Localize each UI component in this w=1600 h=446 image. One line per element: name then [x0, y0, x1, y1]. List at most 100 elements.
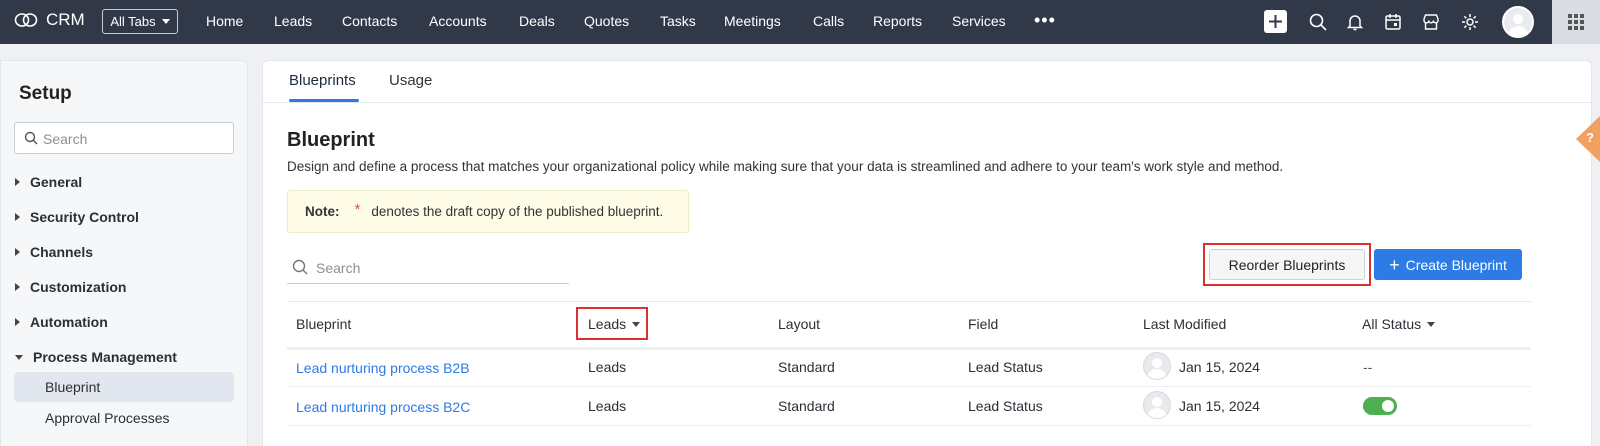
- caret-right-icon: [15, 248, 20, 256]
- plus-icon: +: [1389, 254, 1400, 275]
- top-nav-bar: CRM All Tabs Home Leads Contacts Account…: [0, 0, 1600, 44]
- leads-highlight-box: [576, 307, 648, 340]
- sidebar-group-customization[interactable]: Customization: [15, 279, 126, 295]
- nav-calls[interactable]: Calls: [813, 13, 844, 29]
- sidebar-group-label: Customization: [30, 279, 127, 295]
- sidebar-item-blueprint[interactable]: Blueprint: [14, 372, 234, 402]
- all-tabs-dropdown[interactable]: All Tabs: [102, 9, 178, 34]
- modifier-avatar: [1143, 352, 1171, 380]
- caret-right-icon: [15, 318, 20, 326]
- sidebar-item-approval-processes[interactable]: Approval Processes: [14, 403, 234, 433]
- nav-tasks[interactable]: Tasks: [660, 13, 696, 29]
- column-header-blueprint: Blueprint: [296, 316, 352, 332]
- row-divider: [287, 425, 1531, 426]
- sidebar-group-label: Process Management: [33, 349, 177, 365]
- main-panel: Blueprints Usage Blueprint Design and de…: [262, 60, 1592, 446]
- nav-contacts[interactable]: Contacts: [342, 13, 397, 29]
- status-filter-label: All Status: [1362, 316, 1422, 332]
- note-label: Note:: [305, 204, 340, 219]
- sidebar-group-label: Automation: [30, 314, 108, 330]
- create-new-button[interactable]: [1264, 10, 1287, 33]
- sidebar-search[interactable]: [14, 122, 234, 154]
- nav-reports[interactable]: Reports: [873, 13, 922, 29]
- column-header-last-modified: Last Modified: [1143, 316, 1227, 332]
- table-header-divider: [287, 347, 1531, 350]
- row-last-modified: Jan 15, 2024: [1179, 359, 1260, 375]
- sidebar-group-label: General: [30, 174, 83, 190]
- blueprint-link[interactable]: Lead nurturing process B2C: [296, 399, 470, 415]
- caret-down-icon: [1427, 321, 1436, 327]
- table-top-divider: [287, 301, 1531, 302]
- caret-right-icon: [15, 213, 20, 221]
- row-module: Leads: [588, 398, 627, 414]
- page-description: Design and define a process that matches…: [287, 159, 1284, 174]
- status-filter-dropdown[interactable]: All Status: [1362, 316, 1436, 332]
- gear-icon[interactable]: [1460, 12, 1480, 32]
- sidebar-group-label: Security Control: [30, 209, 139, 225]
- row-module: Leads: [588, 359, 627, 375]
- store-icon[interactable]: [1421, 12, 1441, 32]
- sidebar-group-general[interactable]: General: [15, 174, 82, 190]
- nav-services[interactable]: Services: [952, 13, 1006, 29]
- sidebar-title: Setup: [19, 83, 72, 104]
- user-avatar[interactable]: [1502, 6, 1534, 38]
- caret-down-icon: [15, 354, 23, 360]
- setup-sidebar: Setup General Security Control Channels …: [0, 60, 248, 446]
- nav-quotes[interactable]: Quotes: [584, 13, 629, 29]
- sidebar-group-label: Channels: [30, 244, 94, 260]
- blueprint-link[interactable]: Lead nurturing process B2B: [296, 360, 470, 376]
- page-title: Blueprint: [287, 129, 375, 151]
- tab-usage[interactable]: Usage: [389, 72, 432, 89]
- more-icon[interactable]: •••: [1034, 11, 1056, 29]
- blueprint-search-input[interactable]: [316, 258, 556, 278]
- draft-star-icon: *: [354, 201, 361, 218]
- tab-blueprints[interactable]: Blueprints: [289, 72, 356, 89]
- nav-leads[interactable]: Leads: [274, 13, 312, 29]
- sidebar-group-security-control[interactable]: Security Control: [15, 209, 139, 225]
- chevron-down-icon: [161, 19, 170, 24]
- create-blueprint-label: Create Blueprint: [1405, 256, 1507, 273]
- crm-logo[interactable]: CRM: [14, 10, 85, 30]
- apps-grid-button[interactable]: [1552, 0, 1600, 44]
- sidebar-search-input[interactable]: [43, 129, 228, 149]
- nav-accounts[interactable]: Accounts: [429, 13, 487, 29]
- note-text: denotes the draft copy of the published …: [371, 204, 664, 219]
- sidebar-group-channels[interactable]: Channels: [15, 244, 93, 260]
- search-icon: [292, 259, 308, 275]
- status-toggle[interactable]: [1363, 397, 1397, 415]
- app-name: CRM: [46, 10, 85, 29]
- nav-meetings[interactable]: Meetings: [724, 13, 781, 29]
- caret-right-icon: [15, 178, 20, 186]
- row-divider: [287, 386, 1531, 387]
- bell-icon[interactable]: [1345, 12, 1365, 32]
- sidebar-group-automation[interactable]: Automation: [15, 314, 108, 330]
- row-field: Lead Status: [968, 359, 1043, 375]
- row-layout: Standard: [778, 398, 835, 414]
- blueprint-search[interactable]: [287, 254, 569, 284]
- create-blueprint-button[interactable]: + Create Blueprint: [1374, 249, 1522, 280]
- help-label: ?: [1586, 130, 1594, 145]
- crm-logo-icon: [14, 13, 38, 27]
- sidebar-group-process-management[interactable]: Process Management: [15, 349, 177, 365]
- row-layout: Standard: [778, 359, 835, 375]
- active-tab-indicator: [289, 99, 359, 102]
- reorder-blueprints-button[interactable]: Reorder Blueprints: [1209, 249, 1365, 280]
- all-tabs-label: All Tabs: [110, 14, 156, 29]
- row-field: Lead Status: [968, 398, 1043, 414]
- help-tab[interactable]: ?: [1564, 116, 1600, 162]
- tab-bar: Blueprints Usage: [263, 61, 1591, 103]
- search-icon[interactable]: [1308, 12, 1328, 32]
- calendar-icon[interactable]: [1383, 12, 1403, 32]
- row-status: --: [1363, 359, 1373, 375]
- plus-icon: [1269, 15, 1282, 28]
- nav-deals[interactable]: Deals: [519, 13, 555, 29]
- user-icon: [1508, 14, 1528, 36]
- nav-home[interactable]: Home: [206, 13, 243, 29]
- caret-right-icon: [15, 283, 20, 291]
- user-icon: [1147, 358, 1167, 379]
- note-banner: Note: * denotes the draft copy of the pu…: [287, 190, 689, 233]
- grid-icon: [1568, 14, 1584, 30]
- row-last-modified: Jan 15, 2024: [1179, 398, 1260, 414]
- column-header-layout: Layout: [778, 316, 821, 332]
- search-icon: [24, 131, 38, 145]
